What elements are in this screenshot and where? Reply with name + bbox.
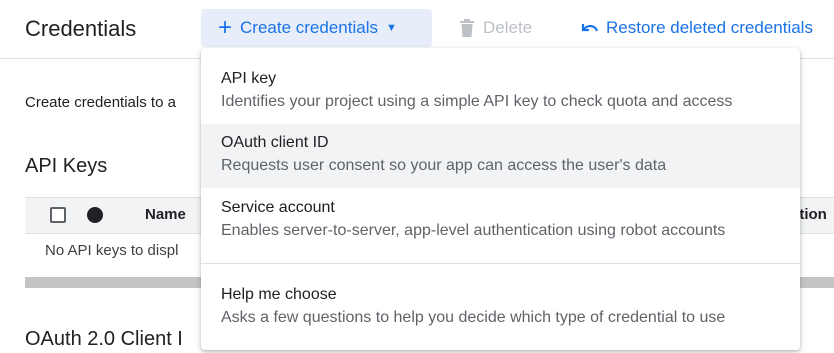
create-credentials-button[interactable]: + Create credentials ▼ [201,9,432,47]
trash-icon [460,19,474,37]
undo-icon [581,24,599,32]
menu-item-title: Service account [221,199,335,216]
select-all-checkbox[interactable] [50,207,66,223]
menu-item-service-account[interactable]: Service account Enables server-to-server… [201,188,800,254]
oauth-clients-heading: OAuth 2.0 Client I [25,328,183,350]
menu-item-description: Asks a few questions to help you decide … [221,309,726,326]
menu-item-oauth-client-id[interactable]: OAuth client ID Requests user consent so… [201,124,800,188]
menu-divider [201,263,800,264]
column-name[interactable]: Name [145,206,186,223]
menu-item-help-me-choose[interactable]: Help me choose Asks a few questions to h… [201,274,800,344]
plus-icon: + [218,14,233,41]
api-keys-heading: API Keys [25,155,108,177]
caret-down-icon: ▼ [385,22,397,34]
delete-label: Delete [483,18,533,37]
restore-deleted-button[interactable]: Restore deleted credentials [580,9,813,47]
menu-item-description: Identifies your project using a simple A… [221,93,733,110]
create-credentials-menu: API key Identifies your project using a … [201,48,800,350]
intro-text: Create credentials to a [25,94,176,111]
menu-item-title: Help me choose [221,286,337,303]
menu-item-title: API key [221,70,277,87]
page-title: Credentials [25,16,137,41]
menu-item-title: OAuth client ID [221,134,329,151]
menu-item-description: Enables server-to-server, app-level auth… [221,222,726,239]
restore-label: Restore deleted credentials [606,18,813,37]
empty-table-message: No API keys to displ [45,242,179,259]
menu-item-description: Requests user consent so your app can ac… [221,157,667,174]
status-column-icon [87,207,103,223]
create-credentials-label: Create credentials [240,18,378,37]
menu-item-api-key[interactable]: API key Identifies your project using a … [201,58,800,124]
delete-button[interactable]: Delete [459,9,532,47]
